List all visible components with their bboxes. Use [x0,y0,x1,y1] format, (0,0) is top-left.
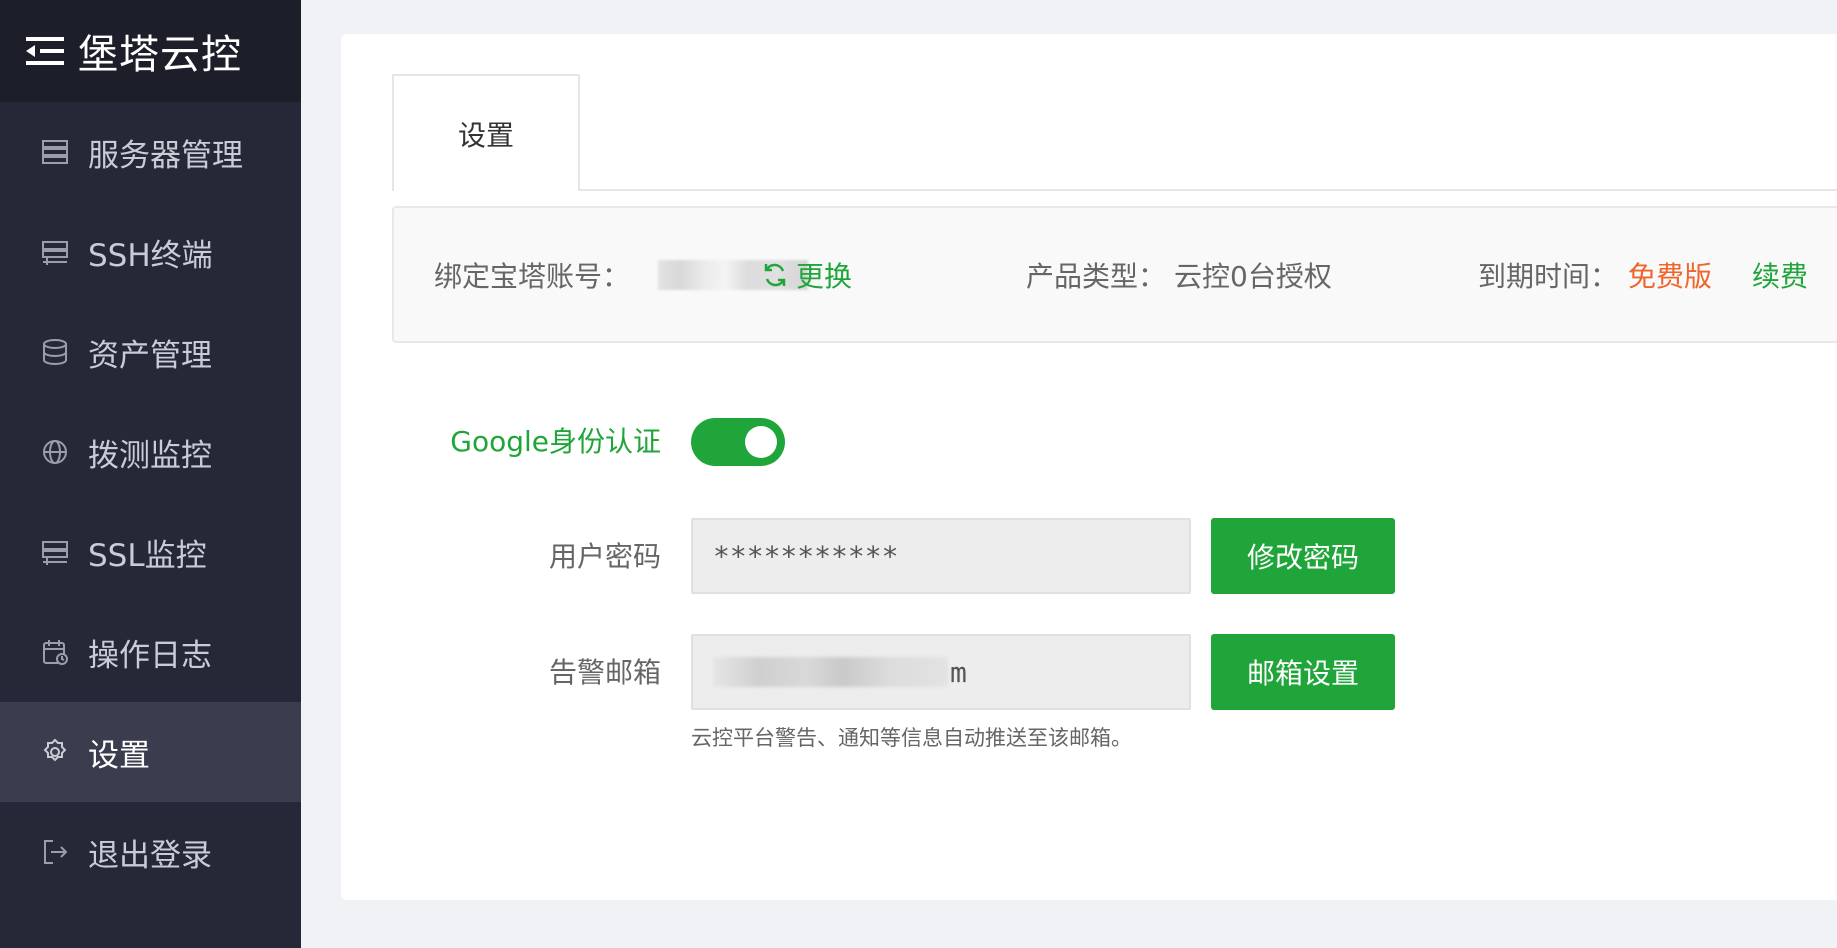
bound-account-label: 绑定宝塔账号： [434,259,631,293]
gear-icon [40,737,70,767]
sidebar-item-settings[interactable]: 设置 [0,702,301,802]
sidebar-item-label: 服务器管理 [88,137,243,174]
log-icon [40,637,70,667]
swap-account-field: 更换 [762,208,852,341]
expire-value: 免费版 [1628,259,1713,293]
email-settings-button[interactable]: 邮箱设置 [1211,634,1395,710]
toggle-knob [745,426,777,458]
tab-bar: 设置 [392,74,1837,191]
email-value-redacted [713,657,948,687]
sidebar-item-label: 资产管理 [88,337,212,374]
settings-card: 设置 绑定宝塔账号： 更换 产品类型： 云控0台授权 到期时间： 免费版 续费 … [341,34,1837,900]
refresh-icon [764,263,786,286]
logout-icon [40,837,70,867]
sidebar-item-label: 操作日志 [88,637,212,674]
sidebar-item-ssh-terminal[interactable]: SSH终端 [0,202,301,302]
password-value: *********** [713,539,899,573]
swap-account-link[interactable]: 更换 [762,255,852,295]
bound-account-field: 绑定宝塔账号： [434,208,809,341]
product-type-value: 云控0台授权 [1174,259,1332,293]
password-label: 用户密码 [548,540,661,573]
server-icon [40,137,70,167]
renew-link[interactable]: 续费 [1752,255,1808,295]
sidebar: 堡塔云控 服务器管理 SSH终端 资产管理 拨测监控 SSL监控 操作日志 设置… [0,0,301,948]
sidebar-item-label: 设置 [88,737,150,774]
sidebar-item-operation-log[interactable]: 操作日志 [0,602,301,702]
sidebar-item-logout[interactable]: 退出登录 [0,802,301,902]
sidebar-item-label: 拨测监控 [88,437,212,474]
brand-title: 堡塔云控 [78,32,242,78]
email-label: 告警邮箱 [548,656,661,689]
account-info-bar: 绑定宝塔账号： 更换 产品类型： 云控0台授权 到期时间： 免费版 续费 [392,206,1837,343]
database-icon [40,337,70,367]
sidebar-item-label: SSL监控 [88,537,207,574]
password-field[interactable]: *********** [691,518,1191,594]
email-field[interactable]: m [691,634,1191,710]
sidebar-item-server-management[interactable]: 服务器管理 [0,102,301,202]
brand-header: 堡塔云控 [0,0,301,102]
swap-account-label: 更换 [796,259,853,293]
sidebar-item-asset-management[interactable]: 资产管理 [0,302,301,402]
change-password-button[interactable]: 修改密码 [1211,518,1395,594]
product-type-label: 产品类型： [1026,259,1167,293]
sidebar-nav: 服务器管理 SSH终端 资产管理 拨测监控 SSL监控 操作日志 设置 退出登录 [0,102,301,902]
email-hint: 云控平台警告、通知等信息自动推送至该邮箱。 [691,726,1132,750]
tab-settings[interactable]: 设置 [392,74,580,191]
sidebar-item-label: 退出登录 [88,837,212,874]
sidebar-item-probe-monitor[interactable]: 拨测监控 [0,402,301,502]
product-type-field: 产品类型： 云控0台授权 [1026,208,1332,341]
expire-label: 到期时间： [1478,259,1619,293]
google-auth-label: Google身份认证 [450,425,661,458]
sidebar-item-label: SSH终端 [88,237,213,274]
globe-icon [40,437,70,467]
expire-field: 到期时间： 免费版 续费 [1478,208,1808,341]
sidebar-item-ssl-monitor[interactable]: SSL监控 [0,502,301,602]
menu-fold-icon[interactable] [26,35,64,67]
ssl-server-icon [40,537,70,567]
email-value-tail: m [950,655,967,689]
google-auth-toggle[interactable] [691,418,785,466]
terminal-icon [40,237,70,267]
